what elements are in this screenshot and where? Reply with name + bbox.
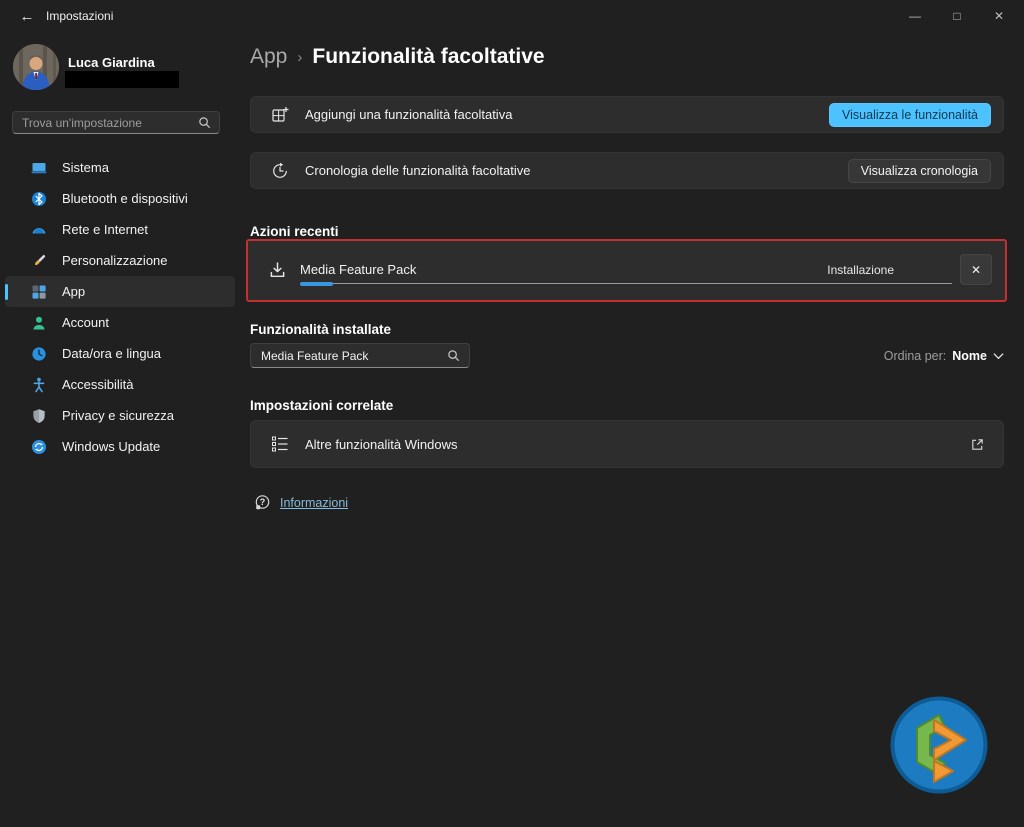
sort-value: Nome (952, 349, 987, 363)
history-label: Cronologia delle funzionalità facoltativ… (305, 163, 848, 178)
sidebar-item-label: Windows Update (62, 439, 160, 454)
view-features-button[interactable]: Visualizza le funzionalità (829, 103, 991, 127)
download-icon (268, 261, 287, 280)
search-icon (198, 116, 211, 129)
search-icon (447, 349, 460, 362)
page-title: Funzionalità facoltative (312, 45, 544, 69)
installed-features-heading: Funzionalità installate (250, 322, 391, 337)
window-controls: — □ ✕ (894, 0, 1020, 32)
back-icon: ← (20, 8, 35, 25)
sidebar-item-accessibilita[interactable]: Accessibilità (5, 369, 235, 400)
back-button[interactable]: ← (10, 3, 44, 29)
breadcrumb: App › Funzionalità facoltative (250, 45, 545, 69)
user-name: Luca Giardina (68, 55, 155, 70)
informazioni-link[interactable]: Informazioni (280, 496, 348, 510)
more-windows-features-row[interactable]: Altre funzionalità Windows (250, 420, 1004, 468)
sidebar-item-app[interactable]: App (5, 276, 235, 307)
sidebar-item-bluetooth[interactable]: Bluetooth e dispositivi (5, 183, 235, 214)
close-icon: ✕ (971, 263, 981, 277)
sidebar-item-privacy[interactable]: Privacy e sicurezza (5, 400, 235, 431)
breadcrumb-parent[interactable]: App (250, 45, 287, 69)
settings-search-box[interactable] (12, 111, 220, 134)
sidebar-item-data-ora[interactable]: Data/ora e lingua (5, 338, 235, 369)
sidebar-item-label: Data/ora e lingua (62, 346, 161, 361)
progress-track (300, 283, 952, 284)
sidebar-item-label: Privacy e sicurezza (62, 408, 174, 423)
close-icon: ✕ (994, 9, 1004, 23)
more-features-label: Altre funzionalità Windows (305, 437, 970, 452)
redacted-email (65, 71, 179, 88)
sidebar-item-sistema[interactable]: Sistema (5, 152, 235, 183)
svg-text:?: ? (260, 497, 266, 507)
sidebar-item-windows-update[interactable]: Windows Update (5, 431, 235, 462)
feature-name: Media Feature Pack (300, 262, 416, 277)
sidebar-item-label: Personalizzazione (62, 253, 168, 268)
chevron-down-icon (993, 352, 1004, 360)
sidebar-item-label: App (62, 284, 85, 299)
system-icon (31, 160, 47, 176)
settings-search-input[interactable] (13, 116, 198, 130)
history-icon (271, 162, 289, 180)
help-icon: ? (254, 494, 271, 511)
installed-features-search-input[interactable] (251, 349, 447, 363)
sidebar-item-label: Bluetooth e dispositivi (62, 191, 188, 206)
datetime-icon (31, 346, 47, 362)
related-settings-heading: Impostazioni correlate (250, 398, 393, 413)
maximize-icon: □ (953, 9, 960, 23)
titlebar: ← Impostazioni — □ ✕ (0, 0, 1024, 32)
sidebar-item-label: Rete e Internet (62, 222, 148, 237)
sidebar-item-personalizzazione[interactable]: Personalizzazione (5, 245, 235, 276)
progress-fill (300, 282, 333, 286)
external-link-icon (970, 437, 985, 452)
network-icon (31, 222, 47, 238)
sidebar-item-label: Sistema (62, 160, 109, 175)
avatar-photo (13, 44, 59, 90)
progress-bar (300, 281, 952, 286)
sidebar-nav: Sistema Bluetooth e dispositivi Rete e I… (5, 152, 235, 462)
status-text: Installazione (827, 263, 894, 277)
account-icon (31, 315, 47, 331)
sidebar-item-rete[interactable]: Rete e Internet (5, 214, 235, 245)
personalization-icon (31, 253, 47, 269)
close-button[interactable]: ✕ (978, 0, 1020, 32)
watermark-logo (889, 695, 989, 795)
maximize-button[interactable]: □ (936, 0, 978, 32)
logo-icon (889, 695, 989, 795)
recent-action-row annotation-box: Media Feature Pack Installazione ✕ (246, 239, 1007, 302)
sidebar-item-label: Accessibilità (62, 377, 134, 392)
add-optional-feature-card: Aggiungi una funzionalità facoltativa Vi… (250, 96, 1004, 133)
sort-label: Ordina per: (884, 349, 947, 363)
add-feature-label: Aggiungi una funzionalità facoltativa (305, 107, 829, 122)
minimize-icon: — (909, 9, 921, 23)
sidebar-item-label: Account (62, 315, 109, 330)
avatar[interactable] (13, 44, 59, 90)
apps-icon (31, 284, 47, 300)
cancel-install-button[interactable]: ✕ (960, 254, 992, 285)
shield-icon (31, 408, 47, 424)
add-feature-icon (271, 106, 289, 124)
get-help-row: ? Informazioni (254, 494, 348, 511)
update-icon (31, 439, 47, 455)
minimize-button[interactable]: — (894, 0, 936, 32)
breadcrumb-separator-icon: › (297, 49, 302, 66)
feature-list-icon (271, 435, 289, 453)
sidebar-item-account[interactable]: Account (5, 307, 235, 338)
window-title: Impostazioni (46, 9, 113, 23)
recent-actions-heading: Azioni recenti (250, 224, 339, 239)
installed-features-search-box[interactable] (250, 343, 470, 368)
view-history-button[interactable]: Visualizza cronologia (848, 159, 991, 183)
sort-dropdown[interactable]: Ordina per: Nome (884, 349, 1004, 363)
feature-history-card: Cronologia delle funzionalità facoltativ… (250, 152, 1004, 189)
bluetooth-icon (31, 191, 47, 207)
accessibility-icon (31, 377, 47, 393)
